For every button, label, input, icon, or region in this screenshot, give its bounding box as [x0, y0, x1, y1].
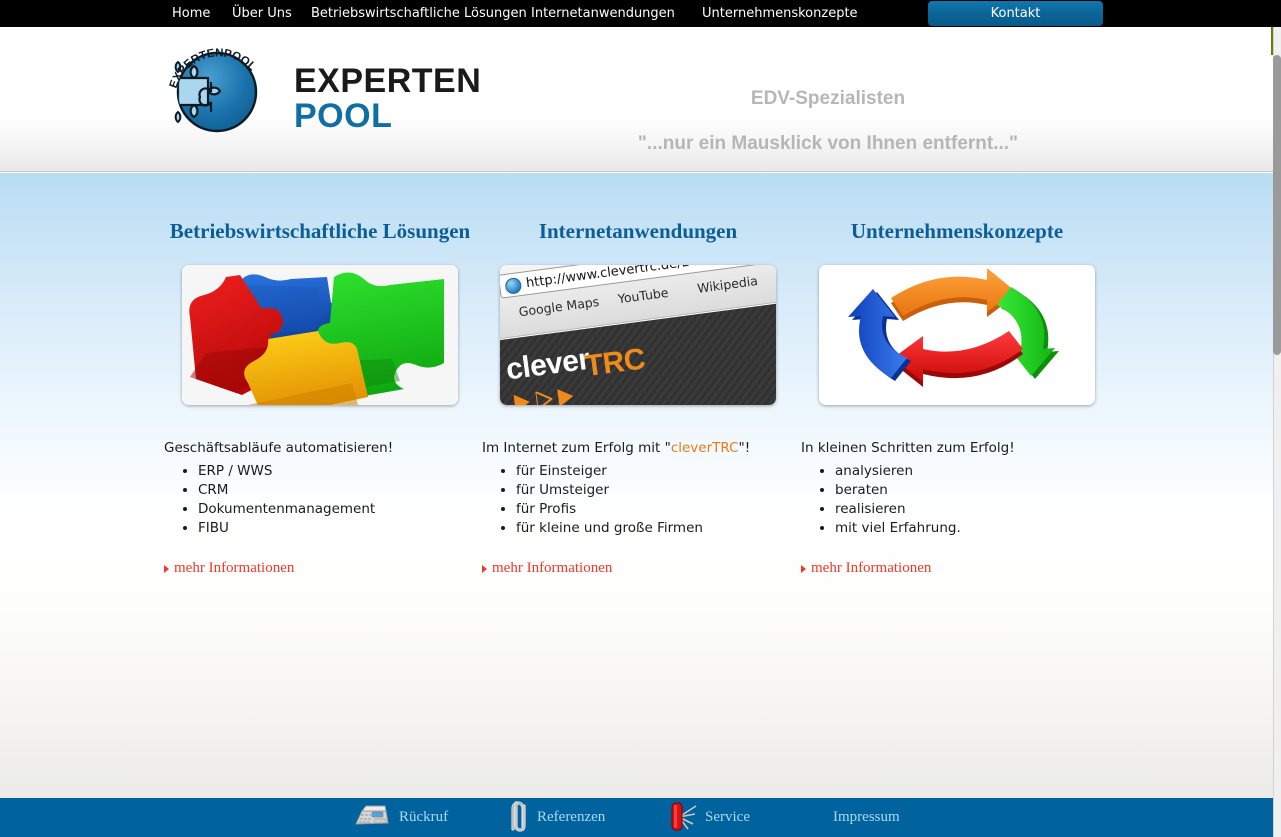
logo-word-pool: POOL — [294, 97, 393, 135]
top-navigation-bar: Home Über Uns Betriebswirtschaftliche Lö… — [0, 0, 1281, 27]
nav-item-home[interactable]: Home — [172, 0, 210, 27]
triangle-bullet-icon — [482, 564, 487, 573]
column-betriebswirtschaftliche-loesungen: Betriebswirtschaftliche Lösungen Geschäf… — [160, 173, 480, 577]
globe-icon — [504, 276, 523, 295]
bookmark-youtube: YouTube — [616, 284, 670, 307]
nav-item-ueber-uns[interactable]: Über Uns — [232, 0, 292, 27]
content-columns: Betriebswirtschaftliche Lösungen Geschäf… — [0, 173, 1273, 613]
list-item: analysieren — [835, 462, 1117, 481]
column-title-1[interactable]: Betriebswirtschaftliche Lösungen — [160, 173, 480, 243]
more-info-link-3[interactable]: mehr Informationen — [797, 560, 1117, 577]
more-info-link-2[interactable]: mehr Informationen — [478, 560, 798, 577]
puzzle-pieces-image[interactable] — [182, 265, 458, 405]
column-title-3[interactable]: Unternehmenskonzepte — [797, 173, 1117, 243]
browser-screenshot-rotated: Ansicht Verlauf Lese... + http://www.cle… — [500, 265, 776, 405]
bookmark-wikipedia: Wikipedia — [696, 273, 759, 296]
column-intro-3: In kleinen Schritten zum Erfolg! — [801, 440, 1015, 456]
column-bullet-list-1: ERP / WWS CRM Dokumentenmanagement FIBU — [198, 462, 480, 538]
list-item: realisieren — [835, 500, 1117, 519]
footer-item-rueckruf[interactable]: Rückruf — [352, 798, 448, 837]
clevertrc-browser-image[interactable]: Ansicht Verlauf Lese... + http://www.cle… — [500, 265, 776, 405]
site-footer: Rückruf Referenzen Service Impressum — [0, 798, 1273, 837]
site-logo[interactable]: EXPERTENPOOL EXPERTEN POOL — [165, 38, 495, 168]
swiss-knife-icon — [666, 800, 698, 836]
play-triangle-icon-1 — [513, 392, 531, 405]
clevertrc-inline-link[interactable]: cleverTRC — [671, 440, 739, 456]
vertical-scrollbar-track[interactable] — [1273, 0, 1281, 837]
logo-reflection — [165, 138, 265, 171]
list-item: FIBU — [198, 519, 480, 538]
nav-item-unternehmenskonzepte[interactable]: Unternehmenskonzepte — [702, 0, 858, 27]
nav-item-betriebswirtschaftliche-loesungen[interactable]: Betriebswirtschaftliche Lösungen — [311, 0, 527, 27]
footer-item-referenzen[interactable]: Referenzen — [506, 798, 605, 837]
column-intro-2-before: Im Internet zum Erfolg mit " — [482, 440, 671, 456]
list-item: CRM — [198, 481, 480, 500]
list-item: Dokumentenmanagement — [198, 500, 480, 519]
logo-word-experten: EXPERTEN — [294, 62, 482, 100]
paperclip-icon — [506, 800, 530, 836]
more-info-label-2: mehr Informationen — [492, 560, 613, 576]
triangle-bullet-icon — [164, 564, 169, 573]
footer-label-referenzen: Referenzen — [537, 809, 606, 825]
browser-screenshot: Ansicht Verlauf Lese... + http://www.cle… — [500, 265, 776, 405]
list-item: für Einsteiger — [516, 462, 798, 481]
triangle-bullet-icon — [801, 564, 806, 573]
play-triangle-icon-2 — [535, 390, 554, 405]
list-item: für kleine und große Firmen — [516, 519, 798, 538]
column-title-2[interactable]: Internetanwendungen — [478, 173, 798, 243]
browser-menu-ansicht: Ansicht — [500, 265, 513, 271]
header-slogan: EDV-Spezialisten "...nur ein Mausklick v… — [560, 85, 1096, 158]
list-item: ERP / WWS — [198, 462, 480, 481]
cycle-arrows-image[interactable] — [819, 265, 1095, 405]
footer-label-service: Service — [705, 809, 750, 825]
footer-label-rueckruf: Rückruf — [399, 809, 449, 825]
site-header: EXPERTENPOOL EXPERTEN POOL EDV-Spezialis… — [0, 27, 1273, 172]
bookmark-yahoo: ahoo! — [500, 307, 502, 327]
expertenpool-logo-icon: EXPERTENPOOL — [165, 38, 265, 138]
slogan-line-1: EDV-Spezialisten — [750, 88, 906, 109]
column-body-3: In kleinen Schritten zum Erfolg! analysi… — [797, 439, 1117, 538]
nav-item-internetanwendungen[interactable]: Internetanwendungen — [531, 0, 675, 27]
column-bullet-list-2: für Einsteiger für Umsteiger für Profis … — [516, 462, 798, 538]
more-info-label-1: mehr Informationen — [174, 560, 295, 576]
list-item: für Umsteiger — [516, 481, 798, 500]
top-navigation-inner: Home Über Uns Betriebswirtschaftliche Lö… — [0, 0, 1281, 27]
slogan-line-2: "...nur ein Mausklick von Ihnen entfernt… — [637, 133, 1019, 154]
column-body-1: Geschäftsabläufe automatisieren! ERP / W… — [160, 439, 480, 538]
clevertrc-word-clever: clever — [504, 342, 592, 387]
vertical-scrollbar-thumb[interactable] — [1273, 55, 1281, 355]
logo-wordmark: EXPERTEN POOL — [294, 64, 481, 134]
more-info-link-1[interactable]: mehr Informationen — [160, 560, 480, 577]
more-info-label-3: mehr Informationen — [811, 560, 932, 576]
bookmark-google-maps: Google Maps — [517, 293, 601, 320]
column-internetanwendungen: Internetanwendungen Ansicht Verlauf Lese… — [478, 173, 798, 577]
footer-label-impressum: Impressum — [833, 809, 900, 825]
column-unternehmenskonzepte: Unternehmenskonzepte In kleinen Schritte… — [797, 173, 1117, 577]
clevertrc-logo: cleverTRC — [504, 335, 651, 387]
footer-item-impressum[interactable]: Impressum — [833, 798, 900, 837]
play-triangle-icon-3 — [557, 387, 575, 405]
column-intro-2-after: "! — [738, 440, 751, 456]
column-intro-2: Im Internet zum Erfolg mit "cleverTRC"! — [482, 439, 798, 458]
telephone-icon — [352, 802, 392, 834]
column-intro-1: Geschäftsabläufe automatisieren! — [164, 440, 394, 456]
list-item: beraten — [835, 481, 1117, 500]
footer-item-service[interactable]: Service — [666, 798, 750, 837]
column-body-2: Im Internet zum Erfolg mit "cleverTRC"! … — [478, 439, 798, 538]
list-item: für Profis — [516, 500, 798, 519]
nav-contact-button[interactable]: Kontakt — [928, 1, 1103, 26]
list-item: mit viel Erfahrung. — [835, 519, 1117, 538]
clevertrc-word-trc: TRC — [583, 342, 648, 384]
column-bullet-list-3: analysieren beraten realisieren mit viel… — [835, 462, 1117, 538]
